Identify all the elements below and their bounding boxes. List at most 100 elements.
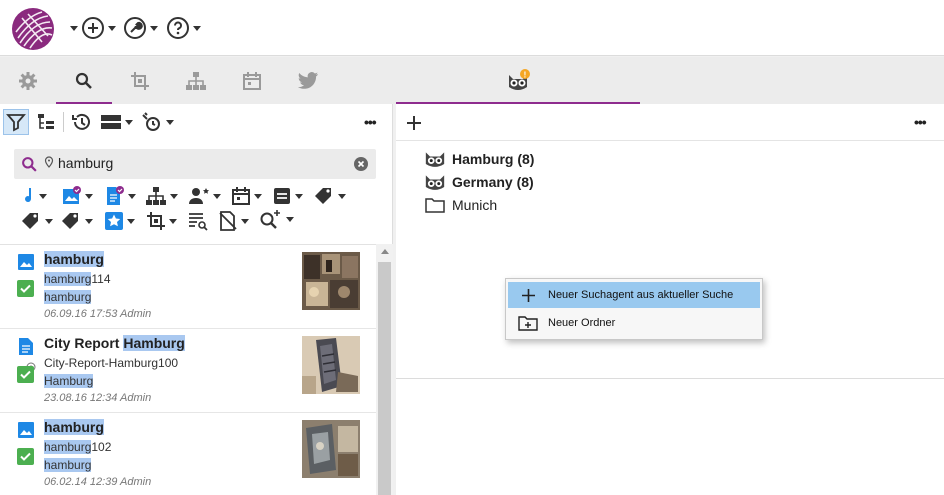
result-title: hamburg (44, 251, 104, 267)
caret-icon (166, 119, 174, 125)
result-title: hamburg (44, 419, 104, 435)
menu-item-new-search-agent[interactable]: Neuer Suchagent aus aktueller Suche (508, 282, 760, 308)
scrollbar-thumb[interactable] (378, 262, 391, 495)
divider (63, 112, 64, 132)
add-icon[interactable] (406, 115, 422, 131)
caret-icon (193, 25, 201, 31)
selected-checkbox[interactable] (17, 366, 34, 383)
context-menu: Neuer Suchagent aus aktueller Suche Neue… (505, 278, 763, 340)
result-keyword: hamburg (44, 458, 92, 472)
filter-file-type[interactable] (218, 209, 249, 233)
filter-tag-2[interactable] (20, 209, 53, 233)
results-list: hamburg hamburg114 hamburg 06.09.16 17:5… (0, 244, 376, 495)
logo[interactable] (12, 8, 54, 50)
view-mode-button[interactable] (100, 110, 133, 134)
more-options-button[interactable]: ••• (914, 114, 927, 130)
tree-item-germany[interactable]: Germany (8) (424, 171, 534, 193)
caret-icon (254, 193, 262, 199)
filter-date[interactable] (231, 184, 262, 208)
result-thumbnail[interactable] (302, 252, 360, 310)
result-filename: hamburg114 (44, 272, 111, 286)
history-button[interactable] (71, 110, 93, 134)
tab-twitter[interactable] (280, 57, 336, 104)
tab-crop[interactable] (112, 57, 168, 104)
filter-crop[interactable] (146, 209, 177, 233)
menu-item-new-folder[interactable]: Neuer Ordner (508, 310, 760, 336)
tree-view-icon (38, 114, 54, 129)
tools-menu-button[interactable] (123, 14, 158, 42)
text-search-icon (189, 213, 208, 231)
tab-calendar[interactable] (224, 57, 280, 104)
caret-icon (169, 218, 177, 224)
tab-hierarchy[interactable] (168, 57, 224, 104)
filter-icon (6, 114, 26, 132)
tree-item-munich[interactable]: Munich (424, 194, 497, 216)
filter-image[interactable] (62, 184, 93, 208)
caret-icon (150, 25, 158, 31)
sort-button[interactable] (141, 110, 174, 134)
list-item[interactable]: hamburg hamburg114 hamburg 06.09.16 17:5… (0, 245, 376, 329)
hierarchy-icon (146, 187, 166, 205)
menu-icon-slot (508, 315, 548, 331)
tab-settings[interactable] (0, 57, 56, 104)
crop-icon (131, 71, 149, 90)
view-list-icon (101, 115, 121, 129)
owl-icon: ! (509, 68, 530, 90)
scroll-up-arrow-icon[interactable] (381, 249, 389, 254)
filter-favorite[interactable] (104, 209, 135, 233)
tree-item-hamburg[interactable]: Hamburg (8) (424, 148, 534, 170)
filter-audio[interactable] (22, 184, 47, 208)
clear-search-icon[interactable] (354, 157, 368, 171)
plus-icon (521, 288, 535, 302)
more-options-button[interactable]: ••• (364, 114, 377, 130)
tab-search-agents[interactable]: ! (490, 57, 546, 104)
filter-button[interactable] (3, 109, 29, 135)
search-input[interactable]: hamburg (58, 155, 113, 171)
list-item[interactable]: hamburg hamburg102 hamburg 06.02.14 12:3… (0, 413, 376, 495)
result-meta: 23.08.16 12:34 Admin (44, 392, 152, 404)
caret-icon (45, 218, 53, 224)
caret-icon (85, 218, 93, 224)
history-icon (72, 113, 90, 130)
result-filename: hamburg102 (44, 440, 112, 454)
filter-tag[interactable] (313, 184, 346, 208)
result-thumbnail[interactable] (302, 420, 360, 478)
result-keyword: Hamburg (44, 374, 94, 388)
caret-icon (127, 218, 135, 224)
selected-checkbox[interactable] (17, 448, 34, 465)
filter-tag-3[interactable] (60, 209, 93, 233)
caret-icon (125, 119, 133, 125)
tab-search[interactable] (56, 57, 112, 104)
tree-item-label: Hamburg (8) (452, 151, 535, 167)
filter-hierarchy[interactable] (145, 184, 178, 208)
music-note-icon (25, 188, 32, 203)
result-thumbnail[interactable] (302, 336, 360, 394)
filter-document[interactable] (105, 184, 136, 208)
tree-item-label: Germany (8) (452, 174, 534, 190)
tree-item-label: Munich (452, 197, 498, 213)
caret-icon (70, 25, 78, 31)
caret-icon (241, 218, 249, 224)
timer-sort-icon (142, 112, 160, 131)
filter-add-search[interactable] (259, 207, 294, 231)
selected-checkbox[interactable] (17, 280, 34, 297)
top-bar (0, 0, 944, 56)
help-icon (167, 17, 189, 39)
add-menu-button[interactable] (70, 14, 116, 42)
tag-icon (62, 213, 78, 229)
image-icon (18, 422, 34, 438)
folder-add-icon (518, 316, 538, 331)
tree-view-button[interactable] (36, 110, 56, 134)
filter-text-search[interactable] (188, 209, 208, 233)
tag-icon (22, 213, 38, 229)
caret-icon (39, 193, 47, 199)
wrench-icon (124, 17, 146, 39)
filter-text[interactable] (272, 184, 303, 208)
owl-icon (425, 152, 445, 167)
list-item[interactable]: City Report Hamburg City-Report-Hamburg1… (0, 329, 376, 413)
help-menu-button[interactable] (166, 14, 201, 42)
folder-icon (425, 198, 445, 213)
search-field[interactable]: hamburg (14, 149, 376, 179)
filter-person[interactable] (188, 184, 221, 208)
hierarchy-icon (186, 71, 206, 90)
